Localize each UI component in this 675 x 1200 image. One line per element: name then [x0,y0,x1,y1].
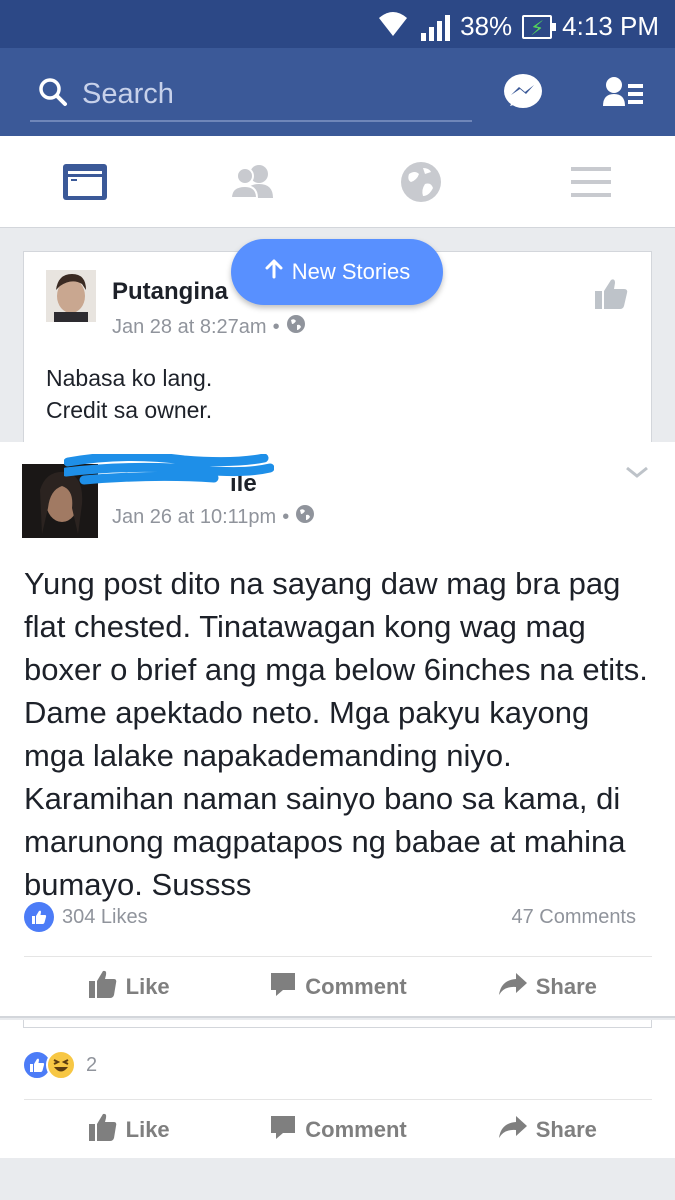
top-header [0,48,675,136]
action-bar: Like Comment Share [24,1099,652,1159]
friend-requests-icon[interactable] [603,76,645,115]
post-text: Yung post dito na sayang daw mag bra pag… [24,566,648,902]
comments-count[interactable]: 47 Comments [512,906,637,929]
comment-button[interactable]: Comment [233,1113,442,1147]
wifi-icon [375,8,411,45]
comment-icon [269,1113,297,1147]
post-line-2: Credit sa owner. [46,397,213,423]
menu-icon[interactable] [566,160,616,204]
clock: 4:13 PM [562,11,659,41]
globe-icon [295,504,315,530]
battery-icon: ⚡ [522,14,557,40]
like-icon [88,969,118,1005]
new-stories-button[interactable]: New Stories [231,239,443,305]
chevron-down-icon[interactable] [625,464,649,485]
post-timestamp[interactable]: Jan 26 at 10:11pm [112,506,276,529]
tab-friends[interactable] [228,160,278,204]
meta-separator: • [282,505,290,528]
like-icon [88,1112,118,1148]
search-input[interactable] [82,77,442,111]
tab-notifications-globe[interactable] [396,160,446,204]
comment-button[interactable]: Comment [233,970,442,1004]
share-icon [498,971,528,1003]
meta-separator: • [272,315,280,338]
globe-icon [286,314,306,340]
arrow-up-icon [264,259,284,285]
like-button[interactable]: Like [24,969,233,1005]
post-body: Nabasa ko lang. Credit sa owner. [46,362,212,426]
tab-news-feed[interactable] [60,160,110,204]
post-line-1: Nabasa ko lang. [46,365,213,391]
post-author[interactable]: Putangina [112,278,228,306]
messenger-icon[interactable] [502,72,544,119]
status-bar: 38% ⚡ 4:13 PM [0,0,675,48]
like-button[interactable]: Like [24,1112,233,1148]
shared-post-footer: 2 Like Comment Share [0,1020,675,1158]
embedded-post-screenshot[interactable]: ile Jan 26 at 10:11pm • Yung post dito n… [0,442,675,1018]
reaction-count: 2 [86,1053,98,1076]
new-stories-label: New Stories [291,259,411,284]
post-timestamp[interactable]: Jan 28 at 8:27am [112,316,267,339]
share-label: Share [535,1116,597,1142]
search-icon [30,77,68,112]
haha-reaction-icon [46,1050,76,1080]
action-bar: Like Comment Share [24,956,652,1016]
likes-count[interactable]: 304 Likes [62,906,148,929]
share-icon [498,1114,528,1146]
comment-label: Comment [305,973,407,999]
battery-percent: 38% [460,11,513,41]
like-label: Like [125,973,170,999]
reaction-summary[interactable]: 304 Likes 47 Comments [24,902,636,932]
news-feed: New Stories Putangina Jan 28 at 8:27am •… [0,229,675,1200]
like-label: Like [125,1116,170,1142]
like-reaction-icon [24,902,54,932]
signal-icon [421,13,451,41]
share-label: Share [535,973,597,999]
comment-label: Comment [305,1116,407,1142]
reaction-summary[interactable]: 2 [22,1050,97,1080]
redaction-scribble [61,451,275,486]
search-bar[interactable] [30,68,472,122]
like-thumb-icon[interactable] [593,276,629,317]
post-image-frame [23,1020,652,1028]
comment-icon [269,970,297,1004]
share-button[interactable]: Share [443,971,652,1003]
avatar[interactable] [46,270,96,322]
share-button[interactable]: Share [443,1114,652,1146]
nav-tabs [0,136,675,228]
